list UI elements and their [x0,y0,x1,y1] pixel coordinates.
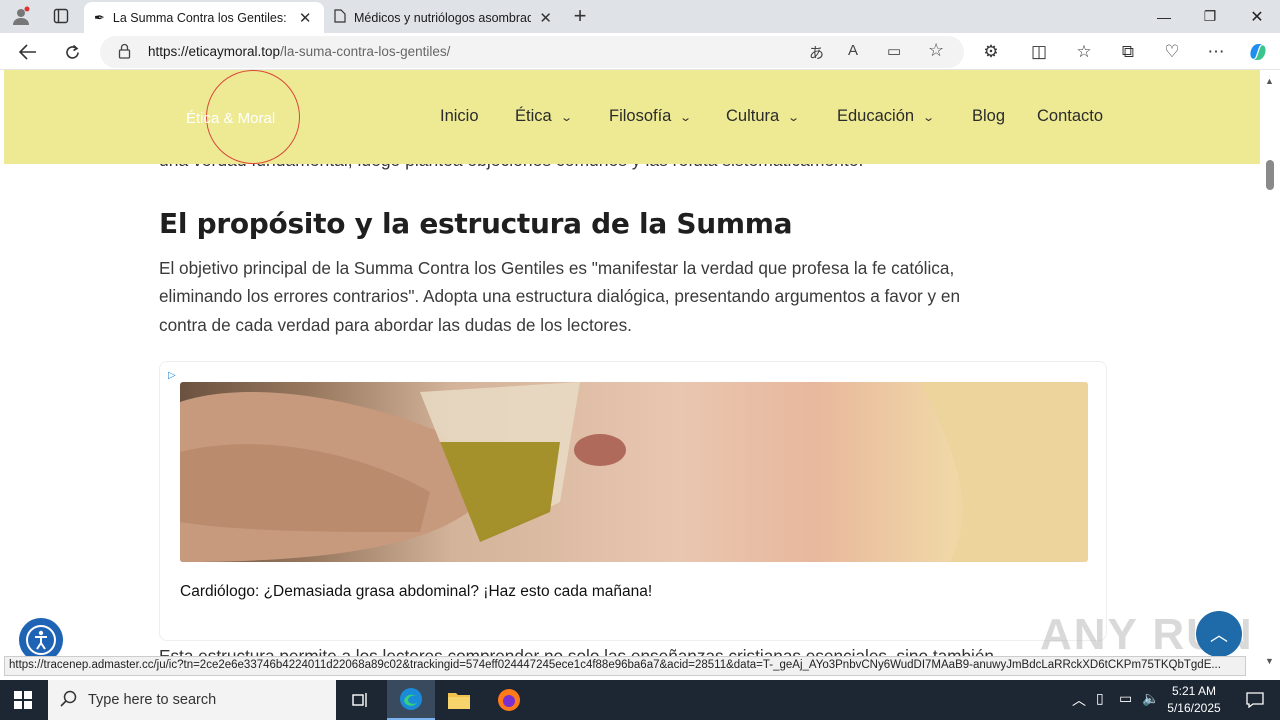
scrollbar-thumb[interactable] [1266,160,1274,190]
chevron-down-icon: ⌄ [559,112,573,124]
favorite-star-icon[interactable]: ☆ [928,40,944,61]
section-heading: El propósito y la estructura de la Summa [159,207,793,240]
scroll-to-top-button[interactable]: ︿ [1196,611,1242,656]
close-tab-icon[interactable]: ✕ [299,9,312,27]
nav-contacto[interactable]: Contacto [1037,107,1103,126]
new-tab-icon[interactable]: + [565,1,595,31]
nav-cultura[interactable]: Cultura ⌄ [726,107,801,126]
split-screen-icon[interactable]: ◫ [1024,37,1054,67]
nav-inicio[interactable]: Inicio [440,107,479,126]
copilot-icon[interactable] [1243,37,1273,67]
accessibility-button[interactable] [19,618,63,656]
system-clock[interactable]: 5:21 AM 5/16/2025 [1162,683,1226,717]
ad-block[interactable]: ▷ Cardiólogo: ¿Demasiada grasa abdominal… [159,361,1107,641]
paragraph-line: contra de cada verdad para abordar las d… [159,315,632,335]
refresh-icon[interactable] [57,37,87,67]
more-menu-icon[interactable]: ⋯ [1201,37,1231,67]
page-icon [334,9,346,26]
web-page: una verdad fundamental, luego plantea ob… [4,70,1260,656]
immersive-reader-icon[interactable]: ▭ [887,42,901,60]
collections-icon[interactable]: ⧉ [1113,37,1143,67]
nav-filosofia[interactable]: Filosofía ⌄ [609,107,693,126]
url-text: https://eticaymoral.top/la-suma-contra-l… [148,44,451,59]
minimize-icon[interactable]: — [1141,0,1187,33]
nav-educacion[interactable]: Educación ⌄ [837,107,936,126]
file-explorer-icon[interactable] [436,680,482,720]
ad-image[interactable] [180,382,1088,562]
site-header: Ética & Moral Inicio Ética ⌄ Filosofía ⌄ C… [4,70,1260,164]
tab-title: Médicos y nutriólogos asombrad [354,10,532,25]
ad-choices-icon[interactable]: ▷ [168,370,176,381]
clock-time: 5:21 AM [1171,684,1217,698]
chevron-down-icon: ⌄ [679,112,693,124]
browser-essentials-icon[interactable]: ♡ [1157,37,1187,67]
lock-icon[interactable] [118,43,131,64]
browser-toolbar: https://eticaymoral.top/la-suma-contra-l… [0,33,1280,70]
scroll-up-arrow-icon[interactable]: ▲ [1265,76,1274,86]
back-icon[interactable] [13,37,43,67]
nav-blog[interactable]: Blog [972,107,1005,126]
favorites-icon[interactable]: ☆ [1069,37,1099,67]
profile-icon[interactable] [6,1,36,31]
edge-taskbar-icon[interactable] [387,680,435,720]
site-favicon-icon: ✒ [94,9,105,25]
taskbar: Type here to search ︿ ▯ ▭ 🔈 5:21 AM 5/16… [0,680,1280,720]
nav-etica[interactable]: Ética ⌄ [515,107,573,126]
task-view-icon[interactable] [337,680,383,720]
ad-caption[interactable]: Cardiólogo: ¿Demasiada grasa abdominal? … [180,583,652,601]
address-bar[interactable]: https://eticaymoral.top/la-suma-contra-l… [100,36,964,68]
close-tab-icon[interactable]: ✕ [539,9,552,27]
chevron-down-icon: ⌄ [922,112,936,124]
scroll-down-arrow-icon[interactable]: ▼ [1265,656,1274,666]
translate-icon[interactable]: あ [809,42,824,63]
start-button[interactable] [0,680,46,720]
notification-icon[interactable] [1232,680,1278,720]
device-icon[interactable]: ▯ [1096,690,1104,707]
close-window-icon[interactable]: ✕ [1234,0,1280,33]
tab-medicos[interactable]: Médicos y nutriólogos asombrad ✕ [324,2,562,33]
chevron-up-icon: ︿ [1210,625,1228,645]
show-hidden-icons-icon[interactable]: ︿ [1072,690,1086,710]
paragraph-line: El objetivo principal de la Summa Contra… [159,258,955,278]
paragraph-line: eliminando los errores contrarios". Adop… [159,286,961,306]
search-icon [60,690,78,713]
restore-icon[interactable]: ❐ [1187,0,1233,33]
firefox-icon[interactable] [486,680,532,720]
extensions-icon[interactable]: ⚙ [976,37,1006,67]
tab-strip: ✒ La Summa Contra los Gentiles: Un ✕ Méd… [0,0,1280,33]
tab-actions-icon[interactable] [46,1,76,31]
status-bar-link: https://tracenep.admaster.cc/ju/ic?tn=2c… [4,656,1246,676]
chevron-down-icon: ⌄ [787,112,801,124]
search-placeholder: Type here to search [88,692,217,708]
taskbar-search[interactable]: Type here to search [48,680,336,720]
read-aloud-icon[interactable]: A [848,42,858,59]
paragraph-line: Esta estructura permite a los lectores c… [159,646,994,656]
network-icon[interactable]: ▭ [1119,690,1132,707]
tab-title: La Summa Contra los Gentiles: Un [112,10,291,25]
clock-date: 5/16/2025 [1167,701,1221,715]
page-scrollbar[interactable]: ▲ ▼ [1260,70,1280,666]
volume-icon[interactable]: 🔈 [1142,690,1159,707]
tab-summa[interactable]: ✒ La Summa Contra los Gentiles: Un ✕ [84,2,324,33]
site-logo[interactable]: Ética & Moral [186,110,275,127]
